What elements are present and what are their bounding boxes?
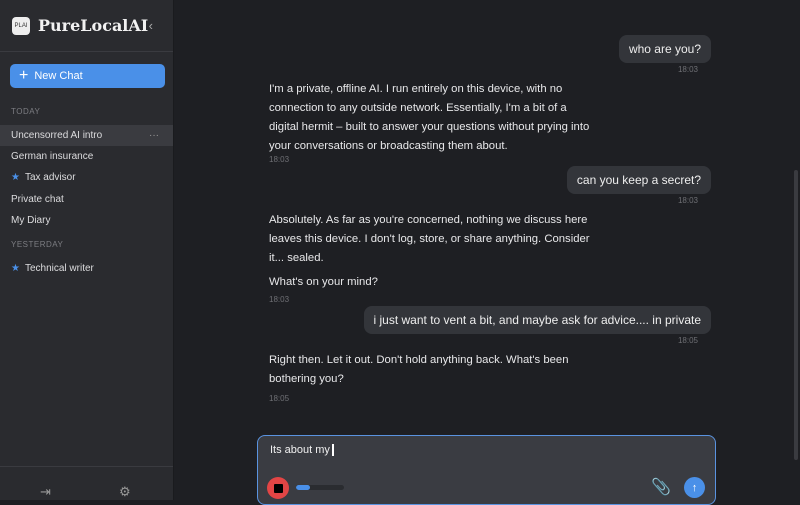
section-yesterday: YESTERDAY — [11, 240, 64, 249]
ai-paragraph: Absolutely. As far as you're concerned, … — [269, 214, 590, 264]
new-chat-label: New Chat — [34, 70, 83, 82]
message-time: 18:05 — [269, 394, 290, 403]
chat-item-uncensorred-ai-intro[interactable]: Uncensorred AI intro ··· — [0, 125, 173, 146]
ai-paragraph: I'm a private, offline AI. I run entirel… — [269, 83, 590, 152]
generation-progress-bar — [296, 485, 344, 490]
app-name: PureLocalAI — [38, 16, 149, 35]
send-button[interactable]: ↑ — [684, 477, 705, 498]
scrollbar[interactable] — [794, 170, 798, 460]
arrow-up-icon: ↑ — [691, 481, 698, 494]
message-time: 18:03 — [677, 65, 698, 74]
collapse-sidebar-icon[interactable]: ‹ — [149, 18, 153, 33]
chat-item-technical-writer[interactable]: ★ Technical writer — [0, 258, 173, 279]
chat-item-my-diary[interactable]: My Diary — [0, 210, 173, 231]
chat-item-tax-advisor[interactable]: ★ Tax advisor — [0, 167, 173, 188]
chat-item-label: My Diary — [11, 215, 51, 226]
more-options-icon[interactable]: ··· — [149, 130, 159, 141]
star-icon: ★ — [11, 263, 20, 274]
chat-item-private-chat[interactable]: Private chat — [0, 189, 173, 210]
chat-item-label: Technical writer — [24, 263, 94, 274]
message-input-value: Its about my — [270, 444, 330, 456]
stop-button[interactable] — [267, 477, 289, 499]
plus-icon: + — [19, 67, 29, 84]
star-icon: ★ — [11, 172, 20, 183]
ai-message: Right then. Let it out. Don't hold anyth… — [269, 351, 599, 389]
message-time: 18:03 — [677, 196, 698, 205]
stop-icon — [273, 483, 283, 493]
logout-icon[interactable]: ⇥ — [40, 484, 51, 500]
message-time: 18:03 — [269, 155, 290, 164]
chat-item-german-insurance[interactable]: German insurance — [0, 146, 173, 167]
attach-paperclip-icon[interactable]: 📎 — [651, 477, 671, 497]
message-time: 18:03 — [269, 295, 290, 304]
chat-item-label: Uncensorred AI intro — [11, 130, 103, 141]
section-today: TODAY — [11, 107, 41, 116]
chat-item-label: Private chat — [11, 194, 64, 205]
ai-message: Absolutely. As far as you're concerned, … — [269, 211, 599, 292]
chat-item-label: German insurance — [11, 151, 94, 162]
settings-gear-icon[interactable]: ⚙ — [119, 484, 131, 500]
progress-fill — [296, 485, 311, 490]
user-message: who are you? — [618, 35, 711, 63]
new-chat-button[interactable]: + New Chat — [10, 64, 165, 88]
message-composer[interactable]: Its about my 📎 ↑ — [257, 435, 716, 505]
chat-item-label: Tax advisor — [24, 172, 76, 183]
message-time: 18:05 — [677, 336, 698, 345]
brand-header: PLAI PureLocalAI ‹ — [0, 0, 173, 52]
message-input[interactable]: Its about my — [270, 444, 334, 457]
ai-message: I'm a private, offline AI. I run entirel… — [269, 80, 599, 156]
divider — [0, 466, 173, 467]
ai-paragraph: What's on your mind? — [269, 276, 378, 288]
user-message: i just want to vent a bit, and maybe ask… — [363, 306, 711, 334]
sidebar: PLAI PureLocalAI ‹ + New Chat TODAY Uncen… — [0, 0, 174, 500]
text-caret — [331, 444, 334, 457]
app-logo: PLAI — [12, 16, 30, 35]
ai-paragraph: Right then. Let it out. Don't hold anyth… — [269, 354, 569, 385]
logo-text: PLAI — [14, 22, 28, 29]
user-message: can you keep a secret? — [566, 166, 711, 194]
